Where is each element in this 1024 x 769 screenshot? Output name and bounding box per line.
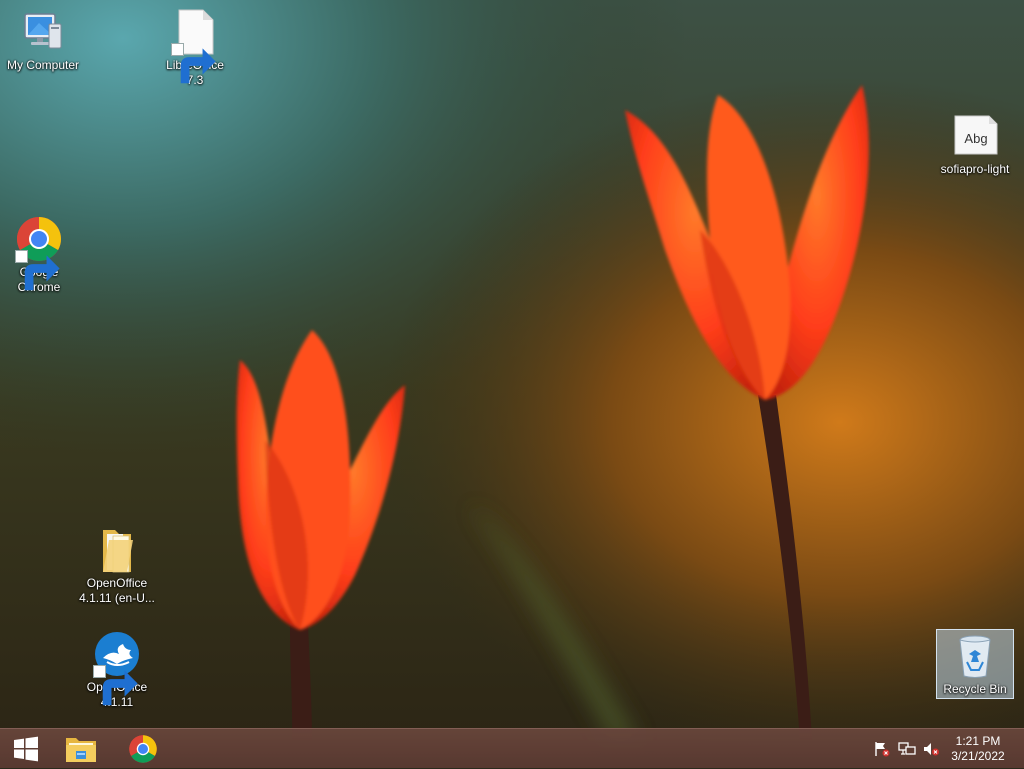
start-button[interactable] xyxy=(0,729,52,769)
taskbar: 1:21 PM 3/21/2022 xyxy=(0,728,1024,768)
desktop-icon-recycle-bin[interactable]: Recycle Bin xyxy=(936,629,1014,699)
taskbar-file-explorer-button[interactable] xyxy=(55,729,107,769)
desktop-icon-label: Recycle Bin xyxy=(943,682,1007,696)
font-preview-text: Abg xyxy=(964,131,987,146)
network-icon[interactable] xyxy=(898,741,916,757)
shortcut-arrow-icon xyxy=(171,43,216,84)
desktop-icon-label: sofiapro-light xyxy=(940,162,1010,176)
clock-date: 3/21/2022 xyxy=(951,749,1005,763)
desktop-icon-my-computer[interactable]: My Computer xyxy=(0,8,86,73)
shortcut-arrow-icon xyxy=(15,250,60,291)
recycle-bin-icon xyxy=(951,632,999,680)
file-explorer-icon xyxy=(64,734,98,764)
action-center-flag-icon[interactable] xyxy=(873,741,891,757)
windows-logo-icon xyxy=(13,736,39,762)
desktop-icon-openoffice-folder[interactable]: OpenOffice 4.1.11 (en-U... xyxy=(74,526,160,606)
volume-muted-icon[interactable] xyxy=(922,741,940,757)
computer-icon xyxy=(19,8,67,56)
folder-icon xyxy=(93,526,141,574)
chrome-icon xyxy=(128,734,158,764)
chrome-icon xyxy=(15,215,63,291)
desktop-icon-libreoffice[interactable]: LibreOffice 7.3 xyxy=(152,8,238,88)
font-file-icon: Abg xyxy=(951,112,999,160)
taskbar-clock[interactable]: 1:21 PM 3/21/2022 xyxy=(948,734,1008,764)
desktop-icon-label: My Computer xyxy=(6,58,80,72)
libreoffice-file-icon xyxy=(171,8,219,84)
openoffice-icon xyxy=(93,630,141,706)
desktop-icon-openoffice[interactable]: OpenOffice 4.1.11 xyxy=(74,630,160,710)
shortcut-arrow-icon xyxy=(93,665,138,706)
taskbar-chrome-button[interactable] xyxy=(117,729,169,769)
desktop-icon-sofiapro-light[interactable]: Abg sofiapro-light xyxy=(932,112,1018,177)
desktop-icon-label: OpenOffice 4.1.11 (en-U... xyxy=(79,576,155,605)
desktop-icon-google-chrome[interactable]: Google Chrome xyxy=(0,215,82,295)
clock-time: 1:21 PM xyxy=(955,734,1001,748)
